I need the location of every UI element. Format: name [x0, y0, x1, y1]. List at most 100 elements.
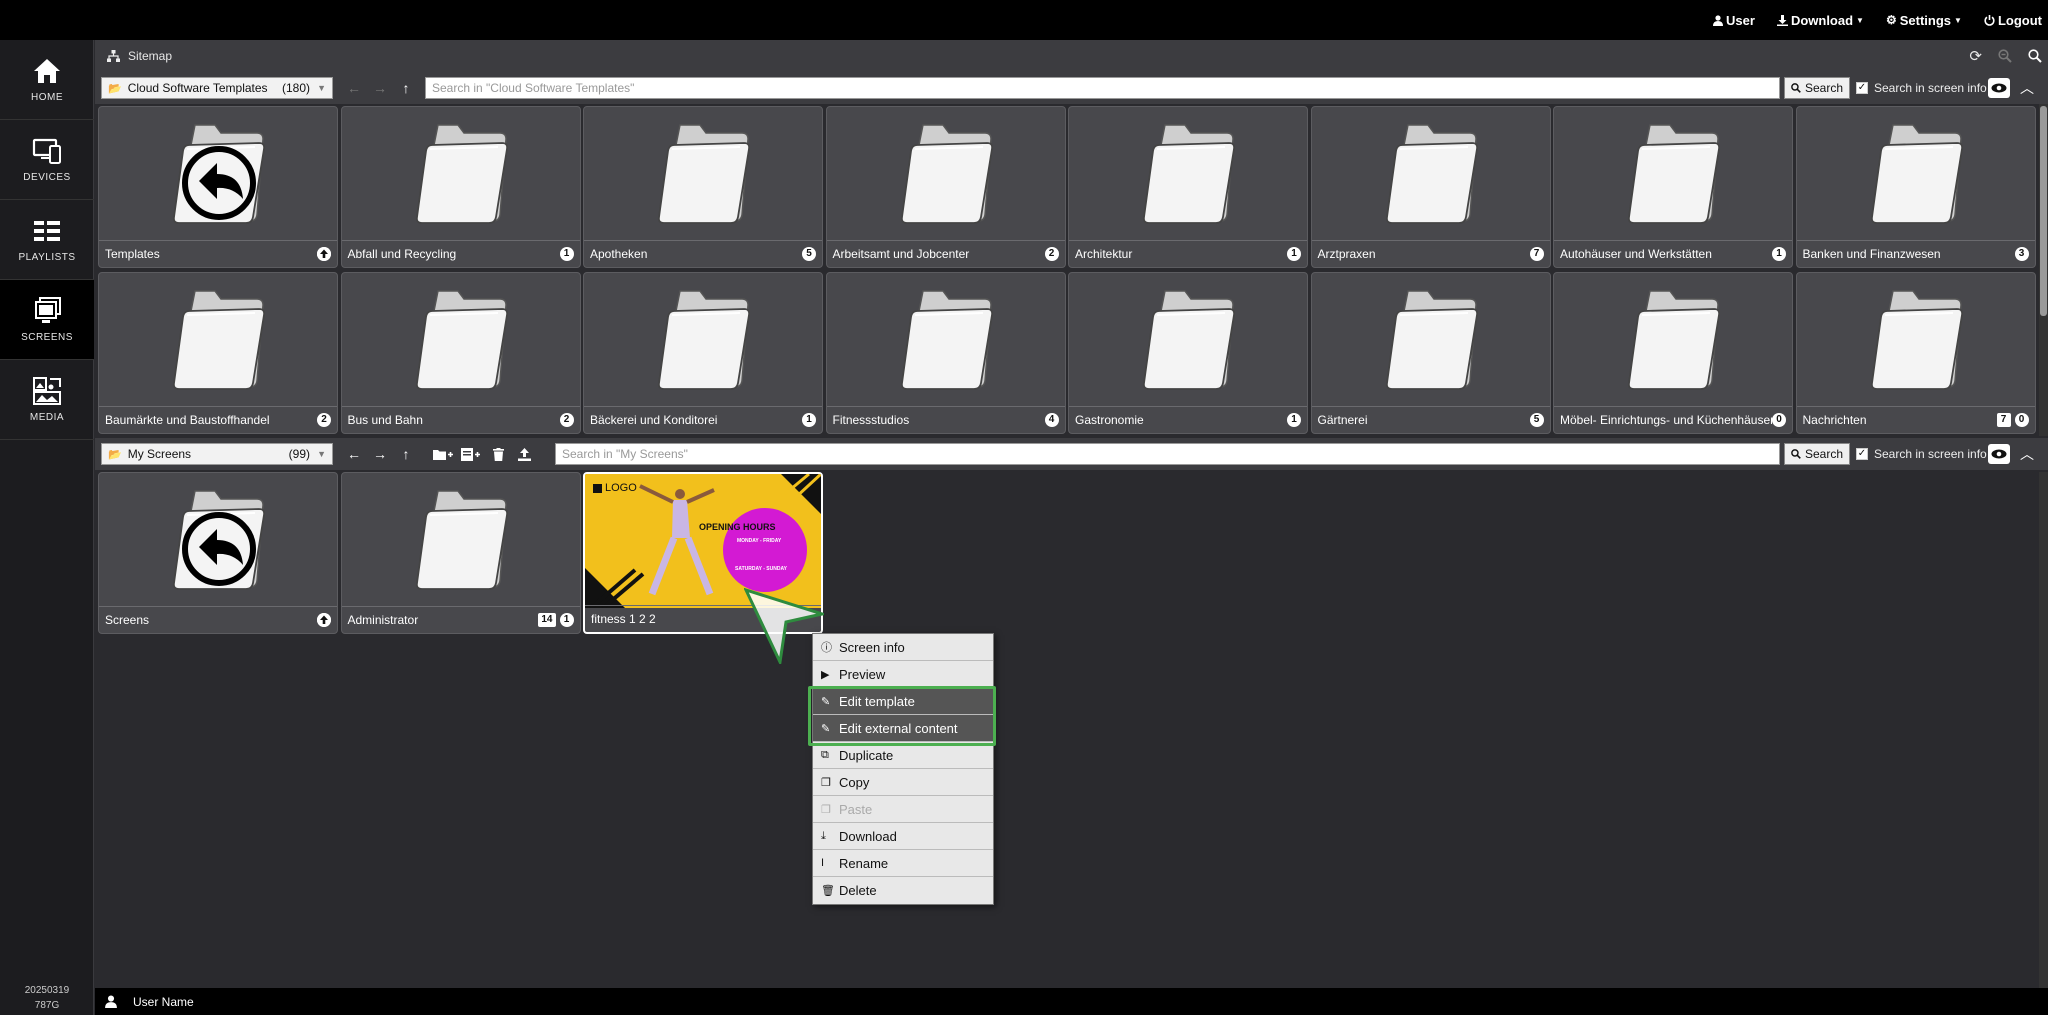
cloud-search-input[interactable]: Search in "Cloud Software Templates" — [425, 77, 1780, 99]
folder-tile[interactable]: Templates — [98, 106, 338, 268]
folder-tile[interactable]: Banken und Finanzwesen 3 — [1795, 106, 2036, 268]
my-screens-scrollbar[interactable] — [2039, 472, 2048, 988]
menu-item-download[interactable]: ⤓ Download — [813, 823, 993, 850]
trash-icon[interactable] — [485, 443, 511, 465]
tile-thumbnail — [1312, 273, 1550, 407]
up-circle-icon[interactable] — [317, 247, 331, 261]
menu-item-screen-info[interactable]: ⓘ Screen info — [813, 634, 993, 661]
cloud-scrollbar-thumb[interactable] — [2040, 106, 2047, 316]
home-icon — [34, 59, 60, 83]
back-arrow-icon[interactable]: ← — [341, 443, 367, 465]
sidebar-item-playlists[interactable]: PLAYLISTS — [0, 200, 94, 280]
tile-label: Arbeitsamt und Jobcenter — [826, 240, 1065, 267]
my-screens-search-button[interactable]: Search — [1784, 443, 1851, 465]
menu-item-copy[interactable]: ❐ Copy — [813, 769, 993, 796]
breadcrumb-tools: ⟳ — [1969, 40, 2042, 72]
collapse-up-icon[interactable]: ︿ — [2018, 78, 2036, 98]
menu-item-label: Edit external content — [839, 720, 958, 736]
search-icon — [1791, 83, 1801, 93]
folder-tile[interactable]: Arztpraxen 7 — [1310, 106, 1551, 268]
folder-tile[interactable]: Baumärkte und Baustoffhandel 2 — [98, 272, 338, 434]
count-badge: 1 — [1772, 247, 1786, 261]
tile-thumbnail — [827, 107, 1065, 241]
cloud-search-button[interactable]: Search — [1784, 77, 1851, 99]
download-icon: ⤓ — [821, 829, 826, 842]
checkbox-checked-icon[interactable]: ✓ — [1856, 82, 1868, 94]
download-menu[interactable]: Download ▼ — [1776, 13, 1864, 28]
menu-item-rename[interactable]: I Rename — [813, 850, 993, 877]
count-badge: 1 — [1287, 413, 1301, 427]
collapse-up-icon[interactable]: ︿ — [2018, 444, 2036, 464]
caret-down-icon: ▼ — [317, 83, 326, 93]
menu-item-label: Edit template — [839, 693, 915, 709]
cloud-folder-select[interactable]: 📂 Cloud Software Templates (180) ▼ — [101, 77, 333, 99]
zoom-out-icon[interactable] — [1998, 49, 2012, 63]
back-arrow-icon[interactable]: ← — [341, 77, 367, 99]
folder-tile[interactable]: Autohäuser und Werkstätten 1 — [1553, 106, 1793, 268]
menu-item-label: Copy — [839, 774, 870, 790]
folder-tile[interactable]: Architektur 1 — [1068, 106, 1308, 268]
checkbox-checked-icon[interactable]: ✓ — [1856, 448, 1868, 460]
devices-icon — [32, 138, 61, 164]
sidebar-item-media[interactable]: MEDIA — [0, 360, 94, 440]
sidebar-item-screens[interactable]: SCREENS — [0, 280, 94, 360]
count-badge: 1 — [1287, 247, 1301, 261]
folder-tile[interactable]: Abfall und Recycling 1 — [340, 106, 581, 268]
user-menu[interactable]: User — [1713, 13, 1755, 28]
eye-icon — [1991, 449, 2007, 459]
up-circle-icon[interactable] — [317, 613, 331, 627]
up-arrow-icon[interactable]: ↑ — [393, 77, 419, 99]
folder-tile[interactable]: Bus und Bahn 2 — [340, 272, 581, 434]
folder-tile[interactable]: Administrator 1 14 — [340, 472, 581, 634]
folder-tile[interactable]: Nachrichten 0 7 — [1795, 272, 2036, 434]
up-arrow-icon[interactable]: ↑ — [393, 443, 419, 465]
folder-tile[interactable]: Fitnessstudios 4 — [825, 272, 1066, 434]
menu-item-paste[interactable]: ❐ Paste — [813, 796, 993, 823]
toggle-visibility-button[interactable] — [1988, 78, 2010, 98]
folder-tile[interactable]: Screens — [98, 472, 338, 634]
menu-item-duplicate[interactable]: ⧉ Duplicate — [813, 742, 993, 769]
sidebar-item-label: MEDIA — [29, 412, 65, 423]
toggle-visibility-button[interactable] — [1988, 444, 2010, 464]
logout-button[interactable]: Logout — [1984, 13, 2042, 28]
sidebar-item-home[interactable]: HOME — [0, 40, 94, 120]
tile-thumbnail — [827, 273, 1065, 407]
folder-icon — [657, 290, 751, 390]
menu-item-preview[interactable]: ▶ Preview — [813, 661, 993, 688]
count-badge: 2 — [559, 413, 574, 427]
new-html-screen-icon[interactable] — [457, 443, 485, 465]
folder-tile[interactable]: Bäckerei und Konditorei 1 — [583, 272, 823, 434]
new-folder-icon[interactable] — [429, 443, 457, 465]
forward-arrow-icon[interactable]: → — [367, 77, 393, 99]
search-icon[interactable] — [2028, 49, 2042, 63]
tile-label: Baumärkte und Baustoffhandel — [99, 406, 337, 433]
refresh-icon[interactable]: ⟳ — [1969, 47, 1982, 65]
menu-item-edit-external-content[interactable]: ✎ Edit external content — [813, 715, 993, 742]
forward-arrow-icon[interactable]: → — [367, 443, 393, 465]
secondary-count-badge: 14 — [538, 613, 556, 627]
breadcrumb-label[interactable]: Sitemap — [128, 49, 172, 63]
menu-item-label: Screen info — [839, 639, 905, 655]
tile-label: Apotheken — [584, 240, 822, 267]
tile-label: Templates — [99, 240, 337, 267]
my-folder-select[interactable]: 📂 My Screens (99) ▼ — [101, 443, 333, 465]
folder-name: Cloud Software Templates — [127, 81, 268, 95]
sidebar-item-label: HOME — [31, 92, 63, 103]
my-screens-search-input[interactable]: Search in "My Screens" — [555, 443, 1780, 465]
my-screens-search-in-screen-info[interactable]: ✓ Search in screen info — [1856, 443, 1987, 465]
folder-tile[interactable]: Arbeitsamt und Jobcenter 2 — [825, 106, 1066, 268]
folder-tile[interactable]: Apotheken 5 — [583, 106, 823, 268]
cloud-search-in-screen-info[interactable]: ✓ Search in screen info — [1856, 77, 1987, 99]
sidebar-item-devices[interactable]: DEVICES — [0, 120, 94, 200]
menu-item-delete[interactable]: 🗑 Delete — [813, 877, 993, 904]
tile-label: Abfall und Recycling — [341, 240, 580, 267]
menu-item-edit-template[interactable]: ✎ Edit template — [813, 688, 993, 715]
folder-tile[interactable]: Möbel- Einrichtungs- und Küchenhäuser 0 — [1553, 272, 1793, 434]
upload-icon[interactable] — [511, 443, 537, 465]
settings-menu[interactable]: ⚙ Settings ▼ — [1886, 13, 1962, 28]
tile-thumbnail — [1797, 273, 2035, 407]
folder-tile[interactable]: Gärtnerei 5 — [1310, 272, 1551, 434]
folder-tile[interactable]: Gastronomie 1 — [1068, 272, 1308, 434]
sitemap-icon — [107, 50, 120, 62]
tile-thumbnail — [1554, 273, 1792, 407]
